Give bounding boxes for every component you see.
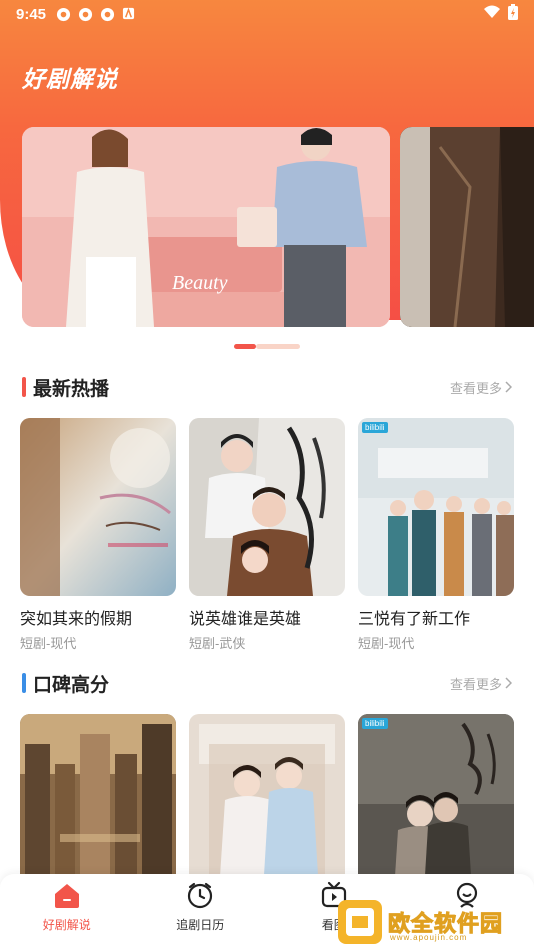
drama-poster[interactable] — [20, 418, 176, 596]
section-title: 最新热播 — [33, 378, 110, 400]
section-title: 口碑高分 — [33, 674, 110, 696]
drama-card[interactable]: 突如其来的假期 短剧-现代 — [20, 418, 176, 652]
app-notification-icon — [122, 7, 137, 22]
banner-image: Beauty — [22, 127, 390, 327]
carousel-indicator — [234, 344, 300, 349]
notification-icon — [78, 7, 93, 22]
drama-card[interactable]: bilibili — [358, 714, 514, 892]
see-more-link[interactable]: 查看更多 — [450, 674, 512, 693]
banner-slide[interactable]: Beauty — [22, 127, 390, 327]
chevron-right-icon — [505, 381, 512, 393]
watermark: 欧全软件园 www.apoujin.com — [336, 898, 530, 946]
drama-title: 说英雄谁是英雄 — [189, 611, 302, 628]
drama-poster[interactable] — [20, 714, 176, 892]
banner-image — [400, 127, 534, 327]
notification-icon — [100, 7, 115, 22]
section-header-latest: 最新热播 查看更多 — [22, 375, 512, 400]
nav-label: 好剧解说 — [42, 918, 91, 932]
see-more-link[interactable]: 查看更多 — [450, 378, 512, 397]
drama-card[interactable]: 说英雄谁是英雄 短剧-武侠 — [189, 418, 345, 652]
app-title: 好剧解说 — [22, 66, 118, 92]
section-header-top-rated: 口碑高分 查看更多 — [22, 671, 512, 696]
watermark-logo-icon — [338, 900, 382, 944]
drama-title: 突如其来的假期 — [20, 611, 133, 628]
banner-slide-next[interactable] — [400, 127, 534, 327]
drama-card[interactable] — [20, 714, 176, 892]
banner-logo-text: Beauty — [172, 272, 228, 294]
drama-poster[interactable] — [189, 714, 345, 892]
drama-title: 三悦有了新工作 — [358, 611, 471, 628]
notification-icon — [56, 7, 71, 22]
carousel-dot-active — [234, 344, 256, 349]
platform-badge: bilibili — [362, 422, 388, 433]
section-accent-bar — [22, 673, 26, 693]
home-icon — [52, 880, 82, 910]
drama-poster[interactable]: bilibili — [358, 714, 514, 892]
platform-badge: bilibili — [362, 718, 388, 729]
battery-icon — [508, 4, 518, 24]
status-bar: 9:45 — [0, 0, 534, 28]
status-time: 9:45 — [16, 5, 47, 23]
drama-card[interactable] — [189, 714, 345, 892]
watermark-url: www.apoujin.com — [390, 933, 468, 942]
nav-item-calendar[interactable]: 追剧日历 — [134, 874, 268, 950]
carousel-dot — [256, 344, 300, 349]
chevron-right-icon — [505, 677, 512, 689]
wifi-icon — [484, 5, 500, 23]
drama-genre: 短剧-武侠 — [189, 636, 246, 651]
section-accent-bar — [22, 377, 26, 397]
nav-label: 追剧日历 — [176, 918, 225, 932]
see-more-label: 查看更多 — [449, 676, 502, 692]
see-more-label: 查看更多 — [449, 380, 502, 396]
clock-icon — [185, 880, 215, 910]
nav-item-home[interactable]: 好剧解说 — [0, 874, 134, 950]
drama-genre: 短剧-现代 — [20, 636, 77, 651]
drama-card[interactable]: bilibili 三悦有了新工作 短剧-现代 — [358, 418, 514, 652]
drama-poster[interactable] — [189, 418, 345, 596]
drama-genre: 短剧-现代 — [358, 636, 415, 651]
drama-poster[interactable]: bilibili — [358, 418, 514, 596]
